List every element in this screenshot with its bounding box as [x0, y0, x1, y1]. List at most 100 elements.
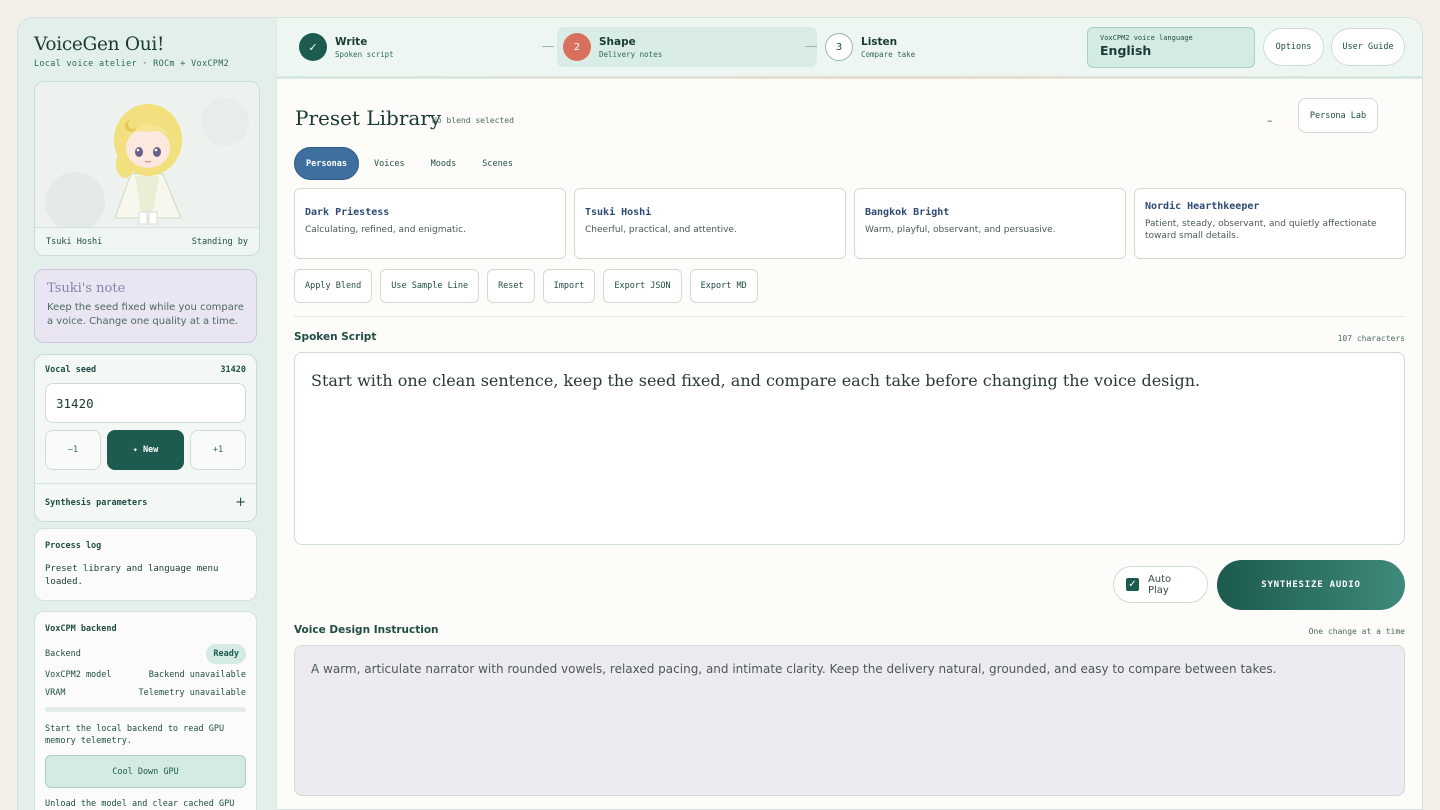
script-textarea[interactable]: Start with one clean sentence, keep the … — [294, 352, 1405, 545]
cool-down-gpu-button[interactable]: Cool Down GPU — [45, 755, 246, 788]
step-listen-sub: Compare take — [861, 49, 916, 59]
export-json-button[interactable]: Export JSON — [603, 269, 682, 303]
persona-name: Tsuki Hoshi — [585, 207, 652, 218]
apply-blend-button[interactable]: Apply Blend — [294, 269, 373, 303]
checkbox-icon: ✓ — [1126, 578, 1139, 591]
persona-desc: Calculating, refined, and enigmatic. — [305, 225, 466, 235]
process-log-card: Process log Preset library and language … — [34, 528, 257, 601]
user-guide-button[interactable]: User Guide — [1331, 28, 1405, 66]
language-value: English — [1100, 43, 1152, 58]
divider — [294, 316, 1405, 317]
status-badge: Ready — [206, 644, 246, 664]
language-select[interactable]: VoxCPM2 voice language English — [1087, 27, 1255, 68]
persona-name: Dark Priestess — [305, 207, 390, 218]
reset-button[interactable]: Reset — [487, 269, 535, 303]
step-shape-number: 2 — [563, 33, 591, 61]
topbar-divider — [277, 76, 1422, 79]
autoplay-toggle[interactable]: ✓ Auto Play — [1113, 566, 1208, 603]
model-key: VoxCPM2 model — [45, 670, 112, 680]
tab-scenes[interactable]: Scenes — [471, 147, 524, 180]
voice-design-textarea[interactable]: A warm, articulate narrator with rounded… — [294, 645, 1405, 796]
seed-label: Vocal seed — [45, 365, 97, 375]
persona-cards: Dark Priestess Calculating, refined, and… — [294, 188, 1406, 259]
export-md-button[interactable]: Export MD — [689, 269, 758, 303]
step-listen-number: 3 — [825, 33, 853, 61]
topbar: ✓ Write Spoken script 2 Shape Delivery n… — [277, 18, 1422, 79]
avatar-name: Tsuki Hoshi — [46, 236, 103, 247]
process-log-body: Preset library and language menu loaded. — [45, 564, 219, 587]
backend-key: Backend — [45, 649, 81, 659]
persona-card[interactable]: Dark Priestess Calculating, refined, and… — [294, 188, 566, 259]
seed-increment-button[interactable]: +1 — [190, 430, 246, 470]
seed-value: 31420 — [220, 365, 246, 375]
avatar-card: Tsuki Hoshi Standing by — [34, 81, 260, 256]
plus-icon: + — [235, 495, 246, 510]
avatar-caption: Tsuki Hoshi Standing by — [35, 227, 259, 255]
script-label: Spoken Script — [294, 331, 377, 343]
step-shape[interactable]: 2 Shape Delivery notes — [563, 28, 662, 66]
seed-decrement-button[interactable]: −1 — [45, 430, 101, 470]
avatar-illustration — [35, 82, 259, 232]
backend-card: VoxCPM backend Backend Ready VoxCPM2 mod… — [34, 611, 257, 810]
options-button[interactable]: Options — [1263, 28, 1324, 66]
backend-hint: Start the local backend to read GPU memo… — [45, 724, 225, 746]
blend-status: No blend selected — [432, 116, 514, 125]
tab-moods[interactable]: Moods — [420, 147, 468, 180]
persona-card[interactable]: Bangkok Bright Warm, playful, observant,… — [854, 188, 1126, 259]
note-card: Tsuki's note Keep the seed fixed while y… — [34, 269, 257, 343]
library-actions: Apply Blend Use Sample Line Reset Import… — [294, 269, 758, 303]
persona-desc: Patient, steady, observant, and quietly … — [1145, 219, 1377, 241]
autoplay-label: Auto Play — [1147, 573, 1172, 596]
step-write[interactable]: ✓ Write Spoken script — [299, 28, 394, 66]
use-sample-line-button[interactable]: Use Sample Line — [380, 269, 480, 303]
step-listen[interactable]: 3 Listen Compare take — [825, 28, 915, 66]
persona-card[interactable]: Tsuki Hoshi Cheerful, practical, and att… — [574, 188, 846, 259]
backend-row: Backend Ready — [45, 644, 246, 664]
step-listen-title: Listen — [861, 35, 898, 48]
synthesis-parameters-toggle[interactable]: Synthesis parameters + — [35, 483, 256, 521]
step-write-title: Write — [335, 35, 368, 48]
collapse-icon[interactable]: – — [1267, 114, 1273, 127]
design-hint: One change at a time — [1308, 627, 1405, 636]
vram-key: VRAM — [45, 688, 66, 698]
step-shape-sub: Delivery notes — [599, 49, 663, 59]
step-write-sub: Spoken script — [335, 49, 394, 59]
note-title: Tsuki's note — [47, 281, 126, 296]
avatar-status: Standing by — [191, 236, 248, 247]
process-log-label: Process log — [45, 541, 102, 551]
vram-value: Telemetry unavailable — [138, 688, 246, 698]
model-row: VoxCPM2 model Backend unavailable — [45, 670, 246, 680]
persona-card[interactable]: Nordic Hearthkeeper Patient, steady, obs… — [1134, 188, 1406, 259]
import-button[interactable]: Import — [542, 269, 596, 303]
synthesize-audio-button[interactable]: SYNTHESIZE AUDIO — [1217, 560, 1405, 610]
persona-desc: Warm, playful, observant, and persuasive… — [865, 225, 1056, 235]
step-shape-title: Shape — [599, 35, 636, 48]
model-value: Backend unavailable — [148, 670, 246, 680]
sidebar: VoiceGen Oui! Local voice atelier · ROCm… — [17, 17, 276, 810]
backend-label: VoxCPM backend — [45, 624, 117, 634]
persona-name: Bangkok Bright — [865, 207, 950, 218]
preset-tabs: Personas Voices Moods Scenes — [294, 147, 524, 180]
avatar — [35, 82, 259, 232]
script-char-count: 107 characters — [1337, 334, 1405, 343]
design-label: Voice Design Instruction — [294, 624, 439, 636]
backend-footer: Unload the model and clear cached GPU — [45, 799, 235, 809]
seed-card: Vocal seed 31420 31420 −1 ✦ New +1 Synth… — [34, 354, 257, 522]
tab-voices[interactable]: Voices — [363, 147, 416, 180]
check-icon: ✓ — [299, 33, 327, 61]
seed-input[interactable]: 31420 — [45, 383, 246, 423]
new-seed-button[interactable]: ✦ New — [107, 430, 184, 470]
persona-desc: Cheerful, practical, and attentive. — [585, 225, 737, 235]
language-label: VoxCPM2 voice language — [1100, 34, 1193, 42]
vram-bar — [45, 707, 246, 712]
note-body: Keep the seed fixed while you compare a … — [47, 302, 244, 327]
persona-name: Nordic Hearthkeeper — [1145, 201, 1260, 212]
page-title: Preset Library — [295, 106, 442, 130]
vram-row: VRAM Telemetry unavailable — [45, 688, 246, 698]
step-connector — [542, 46, 554, 47]
synthesis-parameters-label: Synthesis parameters — [45, 497, 148, 508]
tab-personas[interactable]: Personas — [294, 147, 359, 180]
brand-title: VoiceGen Oui! — [34, 34, 165, 55]
brand-subtitle: Local voice atelier · ROCm + VoxCPM2 — [34, 59, 230, 69]
persona-lab-button[interactable]: Persona Lab — [1298, 98, 1378, 133]
